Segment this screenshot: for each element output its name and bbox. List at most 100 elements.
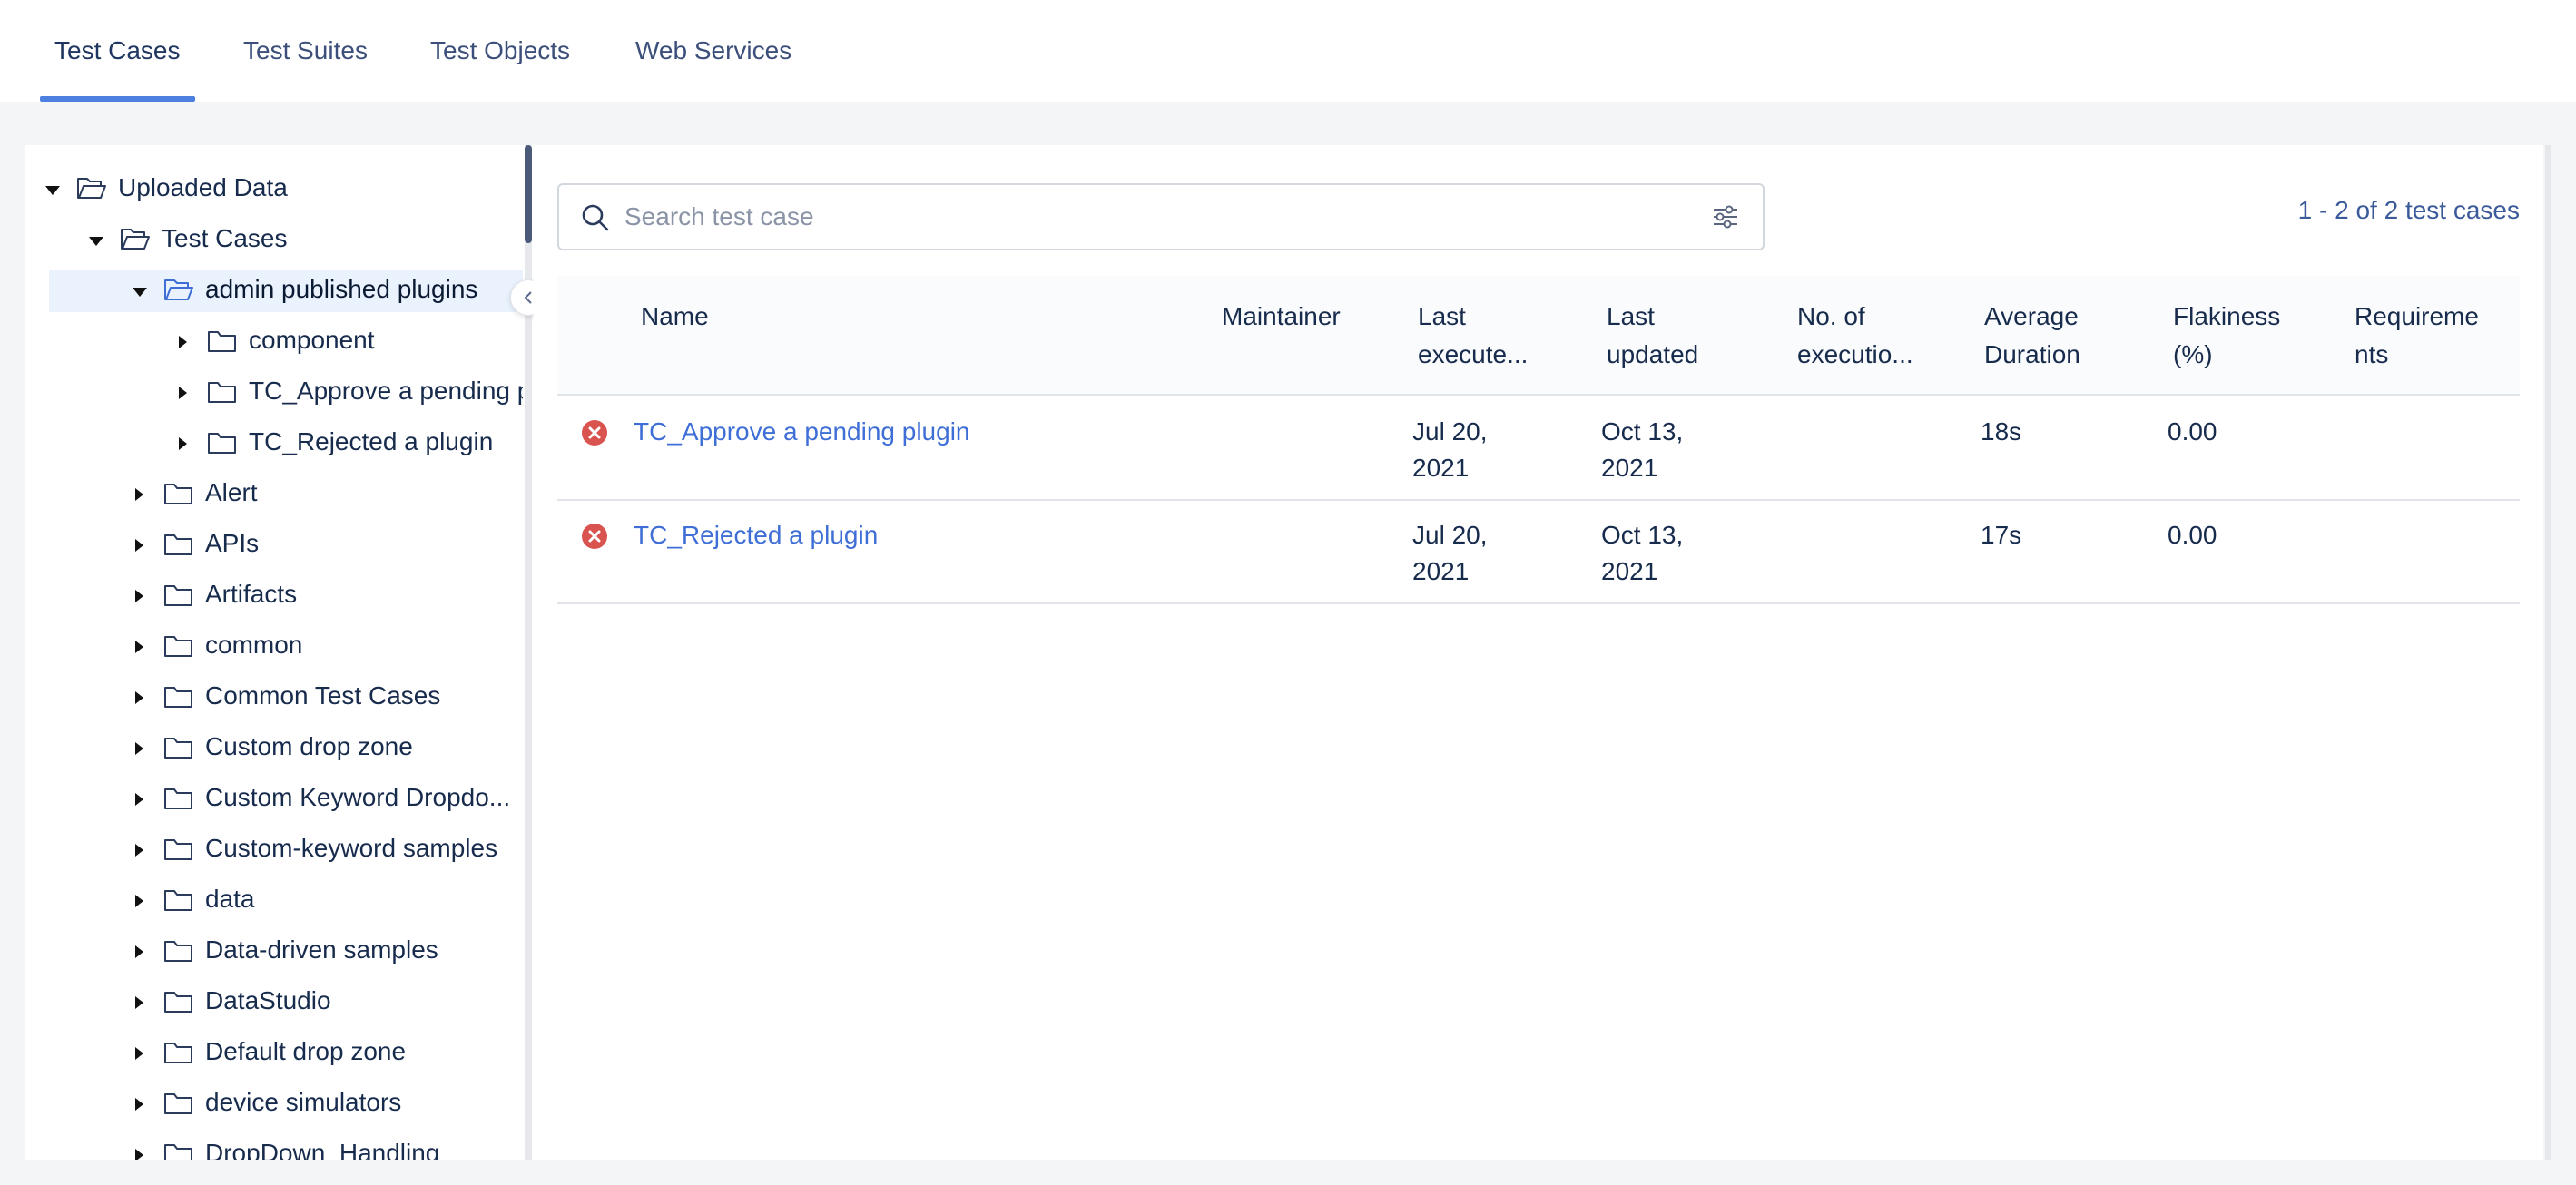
tree-item-child[interactable]: TC_Rejected a plugin <box>25 423 534 465</box>
tree-item-admin-published-plugins[interactable]: admin published plugins <box>25 270 534 312</box>
caret-right-icon[interactable] <box>179 387 187 399</box>
table-row[interactable]: TC_Rejected a plugin Jul 20, 2021 Oct 13, 20… <box>557 501 2520 604</box>
tree-item-folder[interactable]: DropDown_Handling <box>25 1134 534 1160</box>
caret-right-icon[interactable] <box>135 641 143 653</box>
test-case-name-link[interactable]: TC_Rejected a plugin <box>634 517 878 553</box>
header-flakiness-line2: (%) <box>2173 340 2213 368</box>
last-updated-date: Oct 13, <box>1601 521 1684 549</box>
header-last-executed[interactable]: Last execute... <box>1418 298 1528 374</box>
tree-item-label: component <box>249 326 375 354</box>
failed-status-icon <box>582 420 607 446</box>
folder-icon <box>163 735 194 760</box>
last-updated-date: Oct 13, <box>1601 417 1684 446</box>
folder-icon <box>163 532 194 557</box>
tree-item-folder[interactable]: APIs <box>25 524 534 566</box>
tab-web-services[interactable]: Web Services <box>635 0 791 102</box>
last-executed-date: Jul 20, <box>1412 521 1488 549</box>
tree-item-folder[interactable]: Custom Keyword Dropdo... <box>25 779 534 820</box>
tree-item-label: Alert <box>205 478 258 506</box>
last-executed-year: 2021 <box>1412 454 1470 482</box>
caret-right-icon[interactable] <box>179 336 187 348</box>
last-updated-year: 2021 <box>1601 557 1658 585</box>
tree-item-child[interactable]: TC_Approve a pending plugin <box>25 372 534 414</box>
average-duration-cell: 18s <box>1981 417 2022 446</box>
caret-right-icon[interactable] <box>135 1098 143 1111</box>
caret-right-icon[interactable] <box>135 1047 143 1060</box>
tree-item-folder[interactable]: common <box>25 626 534 668</box>
tree-item-test-cases[interactable]: Test Cases <box>25 220 534 261</box>
table-row[interactable]: TC_Approve a pending plugin Jul 20, 2021 Oc… <box>557 397 2520 501</box>
folder-open-icon <box>120 227 151 252</box>
caret-right-icon[interactable] <box>135 996 143 1009</box>
header-executions[interactable]: No. of executio... <box>1797 298 1913 374</box>
tree-item-folder[interactable]: DataStudio <box>25 982 534 1023</box>
header-maintainer[interactable]: Maintainer <box>1222 298 1341 336</box>
caret-right-icon[interactable] <box>179 437 187 450</box>
header-duration-line2: Duration <box>1984 340 2080 368</box>
tree-item-label: DropDown_Handling <box>205 1139 440 1160</box>
folder-icon <box>163 1040 194 1065</box>
tree-item-label: device simulators <box>205 1088 402 1116</box>
header-last-updated[interactable]: Last updated <box>1607 298 1698 374</box>
sidebar-scrollbar[interactable] <box>525 145 532 243</box>
caret-right-icon[interactable] <box>135 793 143 806</box>
caret-right-icon[interactable] <box>135 945 143 958</box>
caret-right-icon[interactable] <box>135 844 143 857</box>
header-duration-line1: Average <box>1984 302 2079 330</box>
tree-item-child[interactable]: component <box>25 321 534 363</box>
tab-test-cases[interactable]: Test Cases <box>40 0 194 102</box>
chevron-left-icon <box>524 291 532 304</box>
caret-right-icon[interactable] <box>135 539 143 552</box>
caret-right-icon[interactable] <box>135 691 143 704</box>
folder-icon <box>207 328 238 354</box>
tree-item-folder[interactable]: Custom-keyword samples <box>25 829 534 871</box>
tree-item-folder[interactable]: Alert <box>25 474 534 515</box>
tree-item-label: Custom-keyword samples <box>205 834 498 862</box>
search-input[interactable] <box>624 185 1677 249</box>
tree-item-folder[interactable]: Custom drop zone <box>25 728 534 769</box>
header-executions-line2: executio... <box>1797 340 1913 368</box>
tree-root-uploaded-data[interactable]: Uploaded Data <box>25 169 534 211</box>
header-average-duration[interactable]: Average Duration <box>1984 298 2080 374</box>
flakiness-cell: 0.00 <box>2168 521 2217 549</box>
header-last-executed-line1: Last <box>1418 302 1466 330</box>
folder-open-icon <box>163 278 194 303</box>
table-header: Name Maintainer Last execute... Last upd… <box>557 276 2520 396</box>
tree-item-label: common <box>205 631 303 659</box>
tree-item-label: TC_Approve a pending plugin <box>249 377 523 405</box>
tree-item-folder[interactable]: Data-driven samples <box>25 931 534 973</box>
tree-item-folder[interactable]: Artifacts <box>25 575 534 617</box>
caret-right-icon[interactable] <box>135 742 143 755</box>
tree-item-folder[interactable]: Default drop zone <box>25 1033 534 1074</box>
caret-right-icon[interactable] <box>135 590 143 602</box>
tree-item-label: Data-driven samples <box>205 935 438 964</box>
caret-right-icon[interactable] <box>135 488 143 501</box>
header-flakiness[interactable]: Flakiness (%) <box>2173 298 2280 374</box>
caret-down-icon[interactable] <box>45 186 60 195</box>
tree-item-folder[interactable]: Common Test Cases <box>25 677 534 719</box>
header-requirements[interactable]: Requireme nts <box>2355 298 2479 374</box>
caret-down-icon[interactable] <box>89 237 103 246</box>
tree-item-folder[interactable]: data <box>25 880 534 922</box>
search-icon <box>582 204 609 231</box>
folder-icon <box>207 379 238 405</box>
test-case-name-link[interactable]: TC_Approve a pending plugin <box>634 414 969 450</box>
tree-item-folder[interactable]: device simulators <box>25 1083 534 1125</box>
caret-down-icon[interactable] <box>133 288 147 297</box>
header-last-executed-line2: execute... <box>1418 340 1529 368</box>
tab-test-suites[interactable]: Test Suites <box>243 0 368 102</box>
header-name[interactable]: Name <box>641 298 709 336</box>
folder-icon <box>163 583 194 608</box>
last-executed-year: 2021 <box>1412 557 1470 585</box>
tree-item-label: DataStudio <box>205 986 331 1014</box>
tree-item-label: APIs <box>205 529 260 557</box>
caret-right-icon[interactable] <box>135 895 143 907</box>
tab-test-objects[interactable]: Test Objects <box>430 0 570 102</box>
main-scrollbar[interactable] <box>2545 145 2551 1160</box>
last-executed-date: Jul 20, <box>1412 417 1488 446</box>
caret-right-icon[interactable] <box>135 1149 143 1160</box>
filter-settings-icon[interactable] <box>1712 203 1739 230</box>
search-box <box>557 183 1765 250</box>
last-updated-year: 2021 <box>1601 454 1658 482</box>
tree-item-label: Default drop zone <box>205 1037 407 1065</box>
